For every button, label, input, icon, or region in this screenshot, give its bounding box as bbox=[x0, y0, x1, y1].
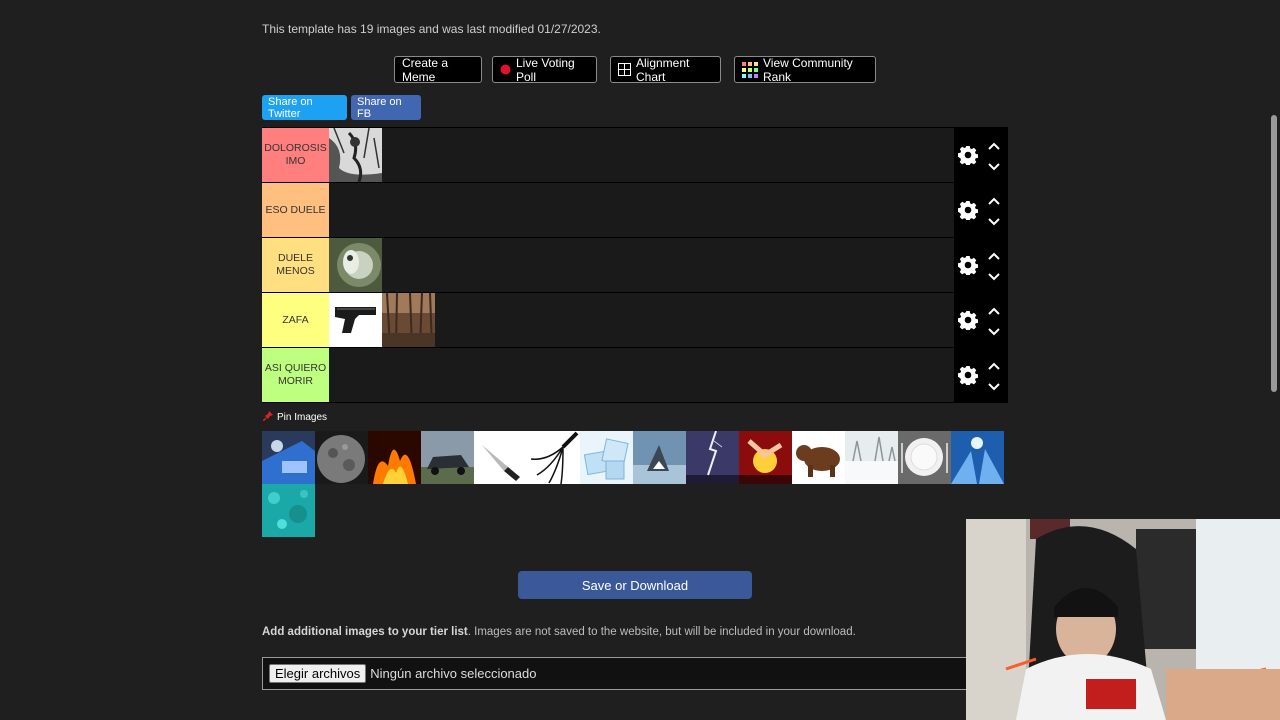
pin-images-toggle[interactable]: Pin Images bbox=[262, 411, 328, 424]
tier-image-engraving[interactable] bbox=[329, 127, 382, 183]
view-community-rank-button[interactable]: View Community Rank bbox=[734, 55, 876, 84]
pool-image-fire[interactable] bbox=[368, 431, 421, 484]
tier-row: ZAFA bbox=[262, 292, 1008, 348]
pool-image-car-crash[interactable] bbox=[421, 431, 474, 484]
tier-image-forest[interactable] bbox=[382, 292, 435, 348]
tier-label[interactable]: ASI QUIERO MORIR bbox=[262, 348, 329, 402]
chevron-up-icon[interactable] bbox=[988, 192, 1000, 210]
record-dot-icon bbox=[500, 64, 511, 75]
pool-image-asteroid[interactable] bbox=[315, 431, 368, 484]
view-community-rank-label: View Community Rank bbox=[763, 55, 853, 84]
tier-row: DOLOROSIS IMO bbox=[262, 127, 1008, 183]
gear-icon[interactable] bbox=[958, 310, 979, 335]
create-meme-button[interactable]: Create a Meme bbox=[394, 55, 482, 84]
tier-items[interactable] bbox=[329, 127, 1008, 183]
file-status: Ningún archivo seleccionado bbox=[370, 666, 537, 681]
pool-image-knife[interactable] bbox=[474, 431, 527, 484]
alignment-chart-button[interactable]: Alignment Chart bbox=[610, 55, 721, 84]
pool-image-shark[interactable] bbox=[633, 431, 686, 484]
webcam-overlay bbox=[966, 519, 1280, 720]
pool-image-whip[interactable] bbox=[527, 431, 580, 485]
pool-image-water[interactable] bbox=[262, 484, 315, 537]
gear-icon[interactable] bbox=[958, 145, 979, 170]
tier-label[interactable]: DUELE MENOS bbox=[262, 238, 329, 292]
tier-items[interactable] bbox=[329, 292, 1008, 348]
tier-items[interactable] bbox=[329, 238, 1008, 292]
tier-controls bbox=[954, 238, 1008, 292]
tier-label[interactable]: DOLOROSIS IMO bbox=[262, 128, 329, 182]
tier-controls bbox=[954, 293, 1008, 347]
add-images-rest: . Images are not saved to the website, b… bbox=[467, 626, 856, 638]
pool-image-plate[interactable] bbox=[898, 431, 951, 484]
chevron-up-icon[interactable] bbox=[988, 357, 1000, 375]
alignment-chart-label: Alignment Chart bbox=[636, 55, 690, 84]
live-voting-poll-label: Live Voting Poll bbox=[516, 55, 575, 84]
page-scrollbar[interactable] bbox=[1271, 115, 1277, 392]
add-images-note: Add additional images to your tier list.… bbox=[262, 626, 856, 638]
gear-icon[interactable] bbox=[958, 365, 979, 390]
gear-icon[interactable] bbox=[958, 255, 979, 280]
pool-image-ice-cubes[interactable] bbox=[580, 431, 633, 484]
template-info: This template has 19 images and was last… bbox=[262, 22, 601, 36]
gear-icon[interactable] bbox=[958, 200, 979, 225]
tier-row: ESO DUELE bbox=[262, 183, 1008, 238]
share-fb-button[interactable]: Share on FB bbox=[351, 95, 421, 120]
tier-controls bbox=[954, 348, 1008, 402]
tier-list: DOLOROSIS IMO ESO DUELE DUELE MENOS ZAFA… bbox=[262, 127, 1008, 403]
tier-row: ASI QUIERO MORIR bbox=[262, 348, 1008, 403]
share-twitter-button[interactable]: Share on Twitter bbox=[262, 95, 347, 120]
choose-files-button[interactable]: Elegir archivos bbox=[269, 664, 367, 683]
create-meme-label: Create a Meme bbox=[402, 55, 449, 84]
pool-image-lightning[interactable] bbox=[686, 430, 739, 484]
pool-image-bear[interactable] bbox=[792, 431, 845, 484]
tier-label[interactable]: ESO DUELE bbox=[262, 183, 329, 237]
save-or-download-button[interactable]: Save or Download bbox=[518, 571, 752, 599]
chevron-down-icon[interactable] bbox=[988, 158, 1000, 176]
webcam-image bbox=[966, 519, 1280, 720]
tier-grid-icon bbox=[742, 61, 758, 78]
chevron-down-icon[interactable] bbox=[988, 323, 1000, 341]
pool-image-blue-liquid[interactable] bbox=[262, 431, 315, 484]
add-images-bold: Add additional images to your tier list bbox=[262, 626, 468, 638]
tier-items[interactable] bbox=[329, 348, 1008, 402]
pool-image-skyscrapers[interactable] bbox=[951, 431, 1004, 484]
grid-icon bbox=[618, 63, 631, 76]
pool-image-red-scene[interactable] bbox=[739, 431, 792, 484]
tier-row: DUELE MENOS bbox=[262, 238, 1008, 293]
live-voting-poll-button[interactable]: Live Voting Poll bbox=[492, 55, 597, 84]
chevron-up-icon[interactable] bbox=[988, 302, 1000, 320]
chevron-up-icon[interactable] bbox=[988, 137, 1000, 155]
chevron-down-icon[interactable] bbox=[988, 213, 1000, 231]
tier-image-creature[interactable] bbox=[329, 238, 382, 292]
tier-image-pistol[interactable] bbox=[329, 293, 382, 347]
tier-items[interactable] bbox=[329, 183, 1008, 237]
chevron-up-icon[interactable] bbox=[988, 247, 1000, 265]
file-upload-field[interactable]: Elegir archivos Ningún archivo seleccion… bbox=[262, 657, 1008, 690]
chevron-down-icon[interactable] bbox=[988, 378, 1000, 396]
pushpin-icon bbox=[262, 411, 273, 424]
tier-controls bbox=[954, 128, 1008, 182]
tier-label[interactable]: ZAFA bbox=[262, 293, 329, 347]
pin-images-label: Pin Images bbox=[277, 412, 328, 423]
pool-image-snow[interactable] bbox=[845, 431, 898, 484]
chevron-down-icon[interactable] bbox=[988, 268, 1000, 286]
tier-controls bbox=[954, 183, 1008, 237]
